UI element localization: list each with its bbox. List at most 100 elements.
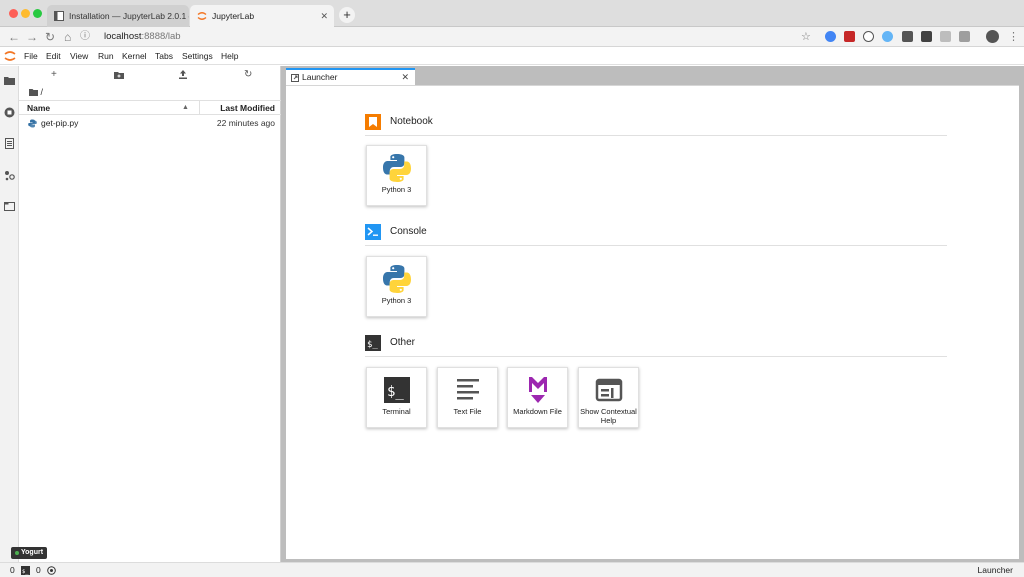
- launcher-card-notebook-python3[interactable]: Python 3: [366, 145, 427, 206]
- back-arrow-icon[interactable]: ←: [8, 29, 20, 45]
- new-launcher-button[interactable]: +: [51, 69, 57, 81]
- launcher-card-markdown-file[interactable]: Markdown File: [507, 367, 568, 428]
- contextual-help-icon: [595, 378, 623, 402]
- browser-tab-installation[interactable]: Installation — JupyterLab 2.0.1 d: [47, 5, 189, 27]
- file-modified: 22 minutes ago: [216, 118, 275, 128]
- window-close-button[interactable]: [9, 9, 18, 18]
- close-icon[interactable]: ✕: [320, 5, 328, 27]
- breadcrumb: /: [29, 87, 43, 97]
- file-list-header: Name ▲ Last Modified: [19, 100, 281, 115]
- menu-run[interactable]: Run: [98, 47, 114, 65]
- section-notebook: Notebook: [365, 114, 947, 136]
- status-bar: 0 $_ 0 Launcher: [0, 562, 1024, 577]
- file-row[interactable]: get-pip.py 22 minutes ago: [19, 116, 281, 131]
- bookmark-star-icon[interactable]: ☆: [801, 29, 811, 45]
- terminal-small-icon: $_: [21, 566, 30, 575]
- column-divider[interactable]: [199, 101, 200, 115]
- extension-icon[interactable]: [902, 31, 913, 42]
- browser-tab-title: Installation — JupyterLab 2.0.1 d: [69, 11, 189, 21]
- launcher-card-text-file[interactable]: Text File: [437, 367, 498, 428]
- upload-icon[interactable]: [179, 70, 187, 79]
- menu-edit[interactable]: Edit: [46, 47, 61, 65]
- tab-title: Launcher: [302, 72, 338, 82]
- section-console: Console: [365, 224, 947, 246]
- python-logo-icon: [383, 265, 411, 293]
- card-label: Markdown File: [513, 407, 562, 416]
- avatar[interactable]: [986, 30, 999, 43]
- browser-tab-jupyterlab[interactable]: JupyterLab ✕: [190, 5, 334, 27]
- terminal-count[interactable]: 0: [10, 563, 15, 577]
- browser-menu-icon[interactable]: ⋮: [1008, 29, 1019, 45]
- status-badge: Yogurt: [11, 547, 48, 559]
- tab-launcher[interactable]: Launcher ✕: [286, 68, 415, 85]
- window-minimize-button[interactable]: [21, 9, 30, 18]
- kernel-icon: [47, 566, 56, 575]
- refresh-icon[interactable]: ↻: [244, 69, 252, 81]
- running-stop-icon[interactable]: [4, 107, 15, 118]
- extension-icon[interactable]: [882, 31, 893, 42]
- kernel-count[interactable]: 0: [36, 563, 41, 577]
- menu-help[interactable]: Help: [221, 47, 238, 65]
- terminal-section-icon: $_: [365, 335, 381, 351]
- menu-tabs[interactable]: Tabs: [155, 47, 173, 65]
- launcher-card-contextual-help[interactable]: Show Contextual Help: [578, 367, 639, 428]
- extension-icon[interactable]: [959, 31, 970, 42]
- menu-file[interactable]: File: [24, 47, 38, 65]
- menu-kernel[interactable]: Kernel: [122, 47, 147, 65]
- tabs-icon[interactable]: [4, 201, 15, 212]
- url-field[interactable]: localhost:8888/lab: [104, 30, 181, 44]
- sort-ascending-icon: ▲: [182, 104, 189, 111]
- close-icon[interactable]: ✕: [401, 70, 409, 85]
- info-icon[interactable]: ⓘ: [80, 29, 90, 45]
- reload-icon[interactable]: ↻: [45, 29, 55, 45]
- section-title: Other: [390, 337, 416, 348]
- address-bar: ← → ↻ ⌂ ⓘ localhost:8888/lab ☆ ⋮: [0, 27, 1024, 47]
- extension-icon[interactable]: [940, 31, 951, 42]
- column-name[interactable]: Name: [27, 101, 50, 115]
- section-title: Notebook: [390, 116, 433, 127]
- card-label: Terminal: [382, 407, 411, 416]
- home-icon[interactable]: ⌂: [64, 29, 71, 45]
- console-icon: [365, 224, 381, 240]
- new-tab-button[interactable]: +: [339, 7, 355, 23]
- property-inspector-icon[interactable]: [4, 170, 15, 181]
- forward-arrow-icon[interactable]: →: [26, 29, 38, 45]
- extension-icon[interactable]: [921, 31, 932, 42]
- extension-icon[interactable]: [844, 31, 855, 42]
- left-activity-bar: [0, 66, 19, 562]
- extension-icon[interactable]: [863, 31, 874, 42]
- extension-icon[interactable]: [825, 31, 836, 42]
- folder-icon[interactable]: [29, 89, 38, 96]
- section-title: Console: [390, 226, 427, 237]
- launcher-panel: Notebook Python 3 Console Python 3 $_ Ot…: [286, 85, 1019, 559]
- text-file-icon: [457, 379, 479, 400]
- launcher-icon: [291, 74, 299, 82]
- svg-text:$_: $_: [367, 340, 378, 350]
- menu-settings[interactable]: Settings: [182, 47, 213, 65]
- folder-icon[interactable]: [4, 75, 15, 86]
- svg-text:$_: $_: [387, 384, 404, 400]
- card-label: Text File: [453, 407, 482, 416]
- breadcrumb-root[interactable]: /: [41, 87, 44, 97]
- markdown-icon: [529, 377, 547, 403]
- document-icon: [54, 11, 64, 21]
- python-logo-icon: [383, 154, 411, 182]
- column-last-modified[interactable]: Last Modified: [220, 101, 275, 115]
- terminal-icon: $_: [384, 377, 410, 403]
- new-folder-icon[interactable]: [114, 71, 124, 79]
- online-dot-icon: [15, 551, 19, 555]
- card-label: Python 3: [381, 296, 412, 305]
- python-file-icon: [28, 119, 37, 128]
- command-palette-icon[interactable]: [4, 138, 15, 149]
- window-zoom-button[interactable]: [33, 9, 42, 18]
- file-browser: + ↻ / Name ▲ Last Modified get-pip.py 22…: [19, 66, 281, 562]
- browser-tab-bar: Installation — JupyterLab 2.0.1 d Jupyte…: [0, 0, 1024, 27]
- launcher-card-terminal[interactable]: $_ Terminal: [366, 367, 427, 428]
- card-label: Show Contextual Help: [580, 407, 637, 425]
- menu-view[interactable]: View: [70, 47, 88, 65]
- svg-text:$_: $_: [22, 569, 29, 575]
- jupyter-logo-icon: [4, 51, 16, 61]
- notebook-icon: [365, 114, 381, 130]
- browser-tab-title: JupyterLab: [212, 11, 255, 21]
- launcher-card-console-python3[interactable]: Python 3: [366, 256, 427, 317]
